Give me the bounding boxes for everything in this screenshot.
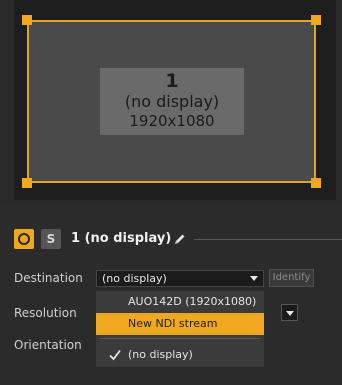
- resize-handle-bottom-right[interactable]: [311, 178, 321, 188]
- display-number: 1: [165, 70, 179, 92]
- destination-select-value: (no display): [102, 272, 167, 285]
- dropdown-item-no-display[interactable]: (no display): [96, 344, 264, 366]
- header-divider: [194, 239, 342, 240]
- identify-button[interactable]: Identify: [269, 269, 314, 287]
- pencil-icon[interactable]: [174, 233, 186, 245]
- check-icon: [109, 349, 121, 361]
- dropdown-separator: [100, 338, 260, 339]
- dropdown-item-label: (no display): [128, 348, 193, 361]
- destination-dropdown-menu: AUO142D (1920x1080) New NDI stream (no d…: [95, 290, 265, 368]
- resize-handle-top-left[interactable]: [22, 15, 32, 25]
- output-enable-toggle[interactable]: [14, 229, 34, 249]
- display-resolution: 1920x1080: [129, 112, 215, 130]
- preview-panel: 1 (no display) 1920x1080: [0, 0, 342, 205]
- resize-handle-bottom-left[interactable]: [22, 178, 32, 188]
- display-info-label: 1 (no display) 1920x1080: [100, 68, 244, 135]
- destination-select[interactable]: (no display): [96, 270, 264, 287]
- destination-label: Destination: [14, 271, 83, 285]
- solo-button[interactable]: S: [41, 229, 61, 249]
- dropdown-item-auo142d[interactable]: AUO142D (1920x1080): [96, 291, 264, 313]
- resize-handle-top-right[interactable]: [311, 15, 321, 25]
- output-title: 1 (no display): [71, 231, 172, 246]
- orientation-label: Orientation: [14, 338, 82, 352]
- chevron-down-icon: [250, 276, 258, 281]
- display-name: (no display): [124, 92, 220, 111]
- resolution-dropdown-button[interactable]: [281, 304, 298, 321]
- dropdown-item-new-ndi-stream[interactable]: New NDI stream: [96, 313, 264, 335]
- resolution-label: Resolution: [14, 306, 77, 320]
- chevron-down-icon: [286, 311, 294, 316]
- output-header: S 1 (no display): [14, 229, 342, 249]
